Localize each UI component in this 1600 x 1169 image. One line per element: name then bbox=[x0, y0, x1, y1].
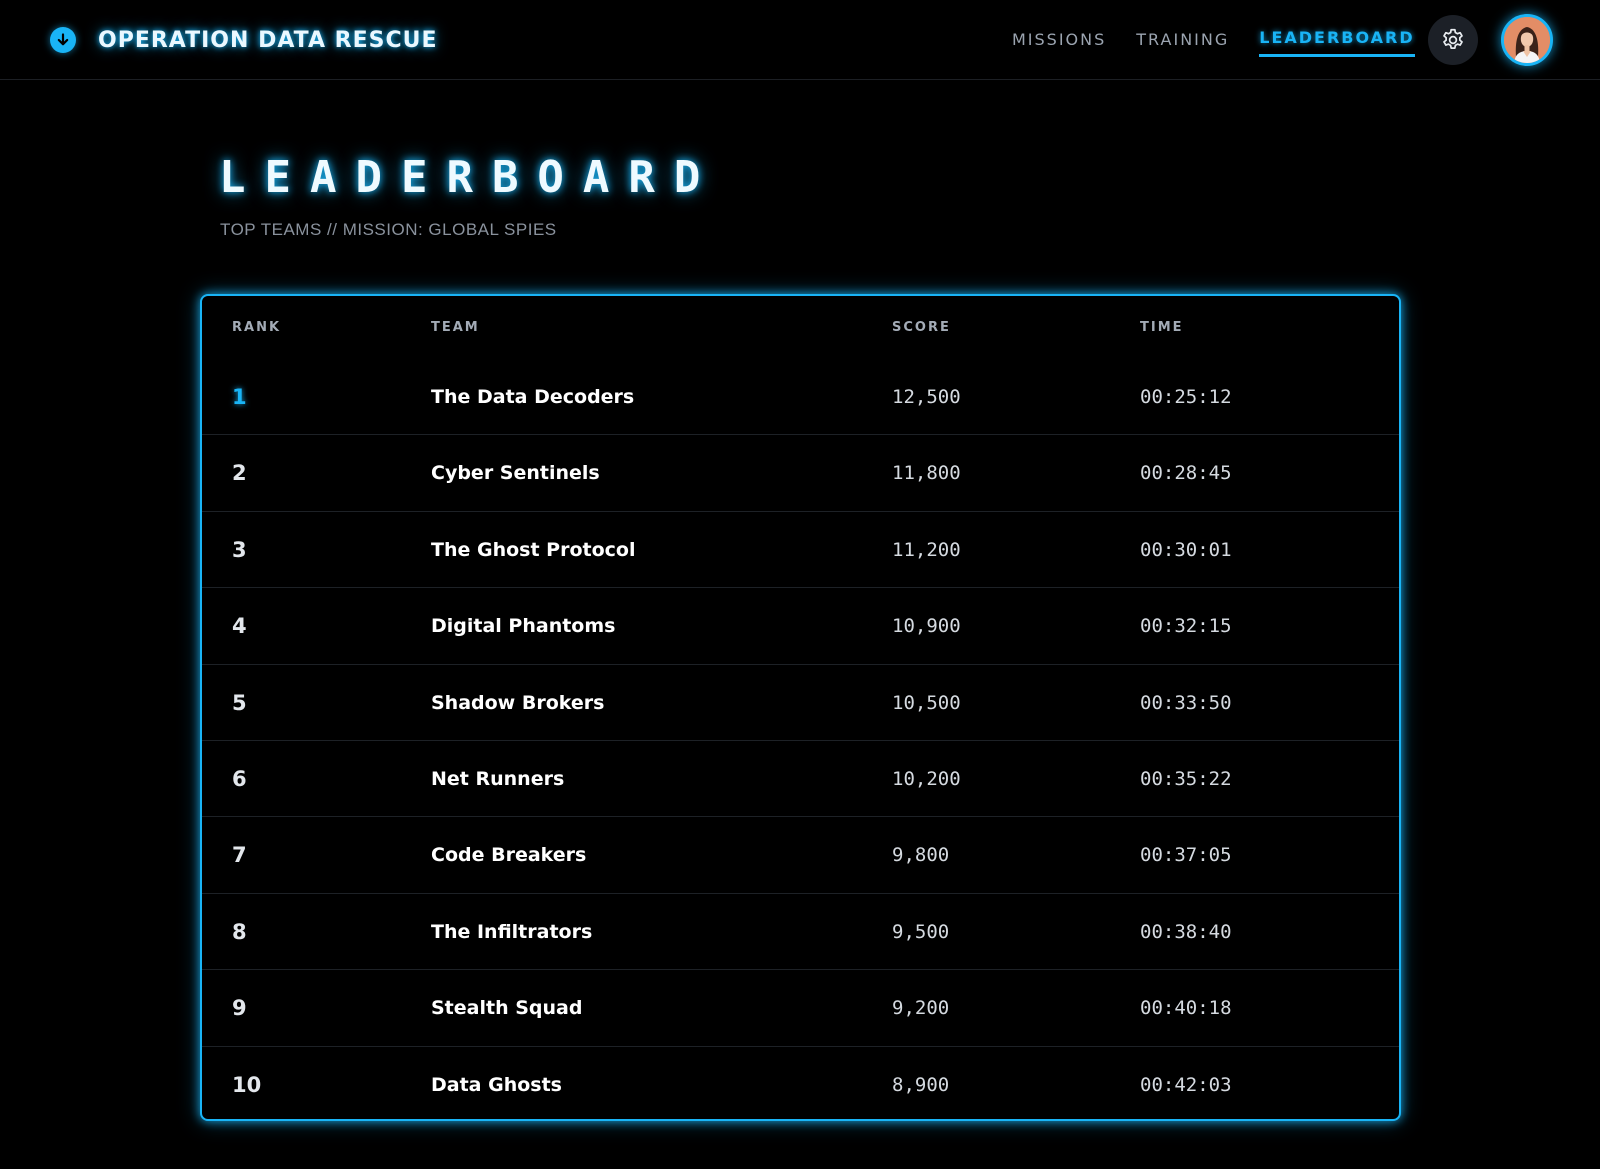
time-cell: 00:28:45 bbox=[1140, 462, 1232, 485]
score-cell: 10,200 bbox=[892, 767, 961, 790]
score-cell: 9,800 bbox=[892, 844, 950, 867]
user-avatar[interactable] bbox=[1501, 14, 1553, 66]
rank-cell: 1 bbox=[232, 385, 247, 409]
time-cell: 00:42:03 bbox=[1140, 1073, 1232, 1096]
column-header-rank: RANK bbox=[232, 320, 282, 335]
team-name-cell: Code Breakers bbox=[431, 844, 587, 867]
score-cell: 11,200 bbox=[892, 538, 961, 561]
rank-cell: 4 bbox=[232, 614, 247, 639]
score-cell: 9,200 bbox=[892, 997, 950, 1020]
time-cell: 00:30:01 bbox=[1140, 538, 1232, 561]
team-name-cell: Net Runners bbox=[431, 767, 565, 790]
team-name-cell: The Data Decoders bbox=[431, 386, 635, 408]
rank-cell: 10 bbox=[232, 1072, 262, 1097]
table-row[interactable]: 4 Digital Phantoms 10,900 00:32:15 bbox=[202, 588, 1399, 665]
team-name-cell: Cyber Sentinels bbox=[431, 462, 600, 485]
rank-cell: 9 bbox=[232, 996, 247, 1021]
time-cell: 00:40:18 bbox=[1140, 997, 1232, 1020]
brand-home-link[interactable]: OPERATION DATA RESCUE bbox=[50, 25, 438, 55]
team-name-cell: Digital Phantoms bbox=[431, 615, 616, 638]
team-name-cell: Data Ghosts bbox=[431, 1073, 562, 1096]
gear-icon bbox=[1443, 28, 1463, 49]
team-name-cell: The Infiltrators bbox=[431, 920, 593, 943]
score-cell: 9,500 bbox=[892, 920, 950, 943]
team-name-cell: Shadow Brokers bbox=[431, 691, 605, 714]
leaderboard-table: RANK TEAM SCORE TIME 1 The Data Decoders… bbox=[200, 294, 1401, 1121]
column-header-score: SCORE bbox=[892, 320, 951, 335]
nav-leaderboard[interactable]: LEADERBOARD bbox=[1259, 27, 1415, 57]
time-cell: 00:35:22 bbox=[1140, 767, 1232, 790]
table-row[interactable]: 8 The Infiltrators 9,500 00:38:40 bbox=[202, 894, 1399, 971]
top-navigation-bar: OPERATION DATA RESCUE MISSIONS TRAINING … bbox=[0, 0, 1600, 80]
table-row[interactable]: 10 Data Ghosts 8,900 00:42:03 bbox=[202, 1047, 1399, 1119]
page-title: LEADERBOARD bbox=[219, 152, 720, 203]
page-subtitle: TOP TEAMS // MISSION: GLOBAL SPIES bbox=[220, 220, 557, 239]
time-cell: 00:33:50 bbox=[1140, 691, 1232, 714]
arrow-down-circle-icon bbox=[50, 27, 76, 53]
rank-cell: 5 bbox=[232, 690, 247, 715]
team-name-cell: The Ghost Protocol bbox=[431, 538, 636, 561]
score-cell: 10,900 bbox=[892, 615, 961, 638]
table-row[interactable]: 9 Stealth Squad 9,200 00:40:18 bbox=[202, 970, 1399, 1047]
team-name-cell: Stealth Squad bbox=[431, 997, 583, 1020]
column-header-team: TEAM bbox=[431, 320, 480, 335]
table-row[interactable]: 2 Cyber Sentinels 11,800 00:28:45 bbox=[202, 435, 1399, 512]
table-row[interactable]: 5 Shadow Brokers 10,500 00:33:50 bbox=[202, 665, 1399, 741]
nav-missions[interactable]: MISSIONS bbox=[1012, 27, 1106, 57]
score-cell: 10,500 bbox=[892, 691, 961, 714]
score-cell: 12,500 bbox=[892, 386, 961, 408]
time-cell: 00:38:40 bbox=[1140, 920, 1232, 943]
column-header-time: TIME bbox=[1140, 320, 1184, 335]
time-cell: 00:25:12 bbox=[1140, 386, 1232, 408]
rank-cell: 7 bbox=[232, 843, 247, 868]
nav-training[interactable]: TRAINING bbox=[1136, 27, 1229, 57]
user-portrait bbox=[1504, 17, 1550, 63]
table-header: RANK TEAM SCORE TIME bbox=[202, 296, 1399, 359]
rank-cell: 8 bbox=[232, 919, 247, 944]
time-cell: 00:32:15 bbox=[1140, 615, 1232, 638]
table-row[interactable]: 7 Code Breakers 9,800 00:37:05 bbox=[202, 817, 1399, 894]
score-cell: 11,800 bbox=[892, 462, 961, 485]
table-row[interactable]: 3 The Ghost Protocol 11,200 00:30:01 bbox=[202, 512, 1399, 589]
time-cell: 00:37:05 bbox=[1140, 844, 1232, 867]
rank-cell: 6 bbox=[232, 766, 247, 791]
settings-button[interactable] bbox=[1428, 15, 1478, 65]
table-row[interactable]: 6 Net Runners 10,200 00:35:22 bbox=[202, 741, 1399, 818]
rank-cell: 2 bbox=[232, 461, 247, 486]
main-nav: MISSIONS TRAINING LEADERBOARD bbox=[1012, 27, 1415, 57]
rank-cell: 3 bbox=[232, 537, 247, 562]
score-cell: 8,900 bbox=[892, 1073, 950, 1096]
table-row[interactable]: 1 The Data Decoders 12,500 00:25:12 bbox=[202, 359, 1399, 436]
app-title: OPERATION DATA RESCUE bbox=[98, 27, 438, 53]
